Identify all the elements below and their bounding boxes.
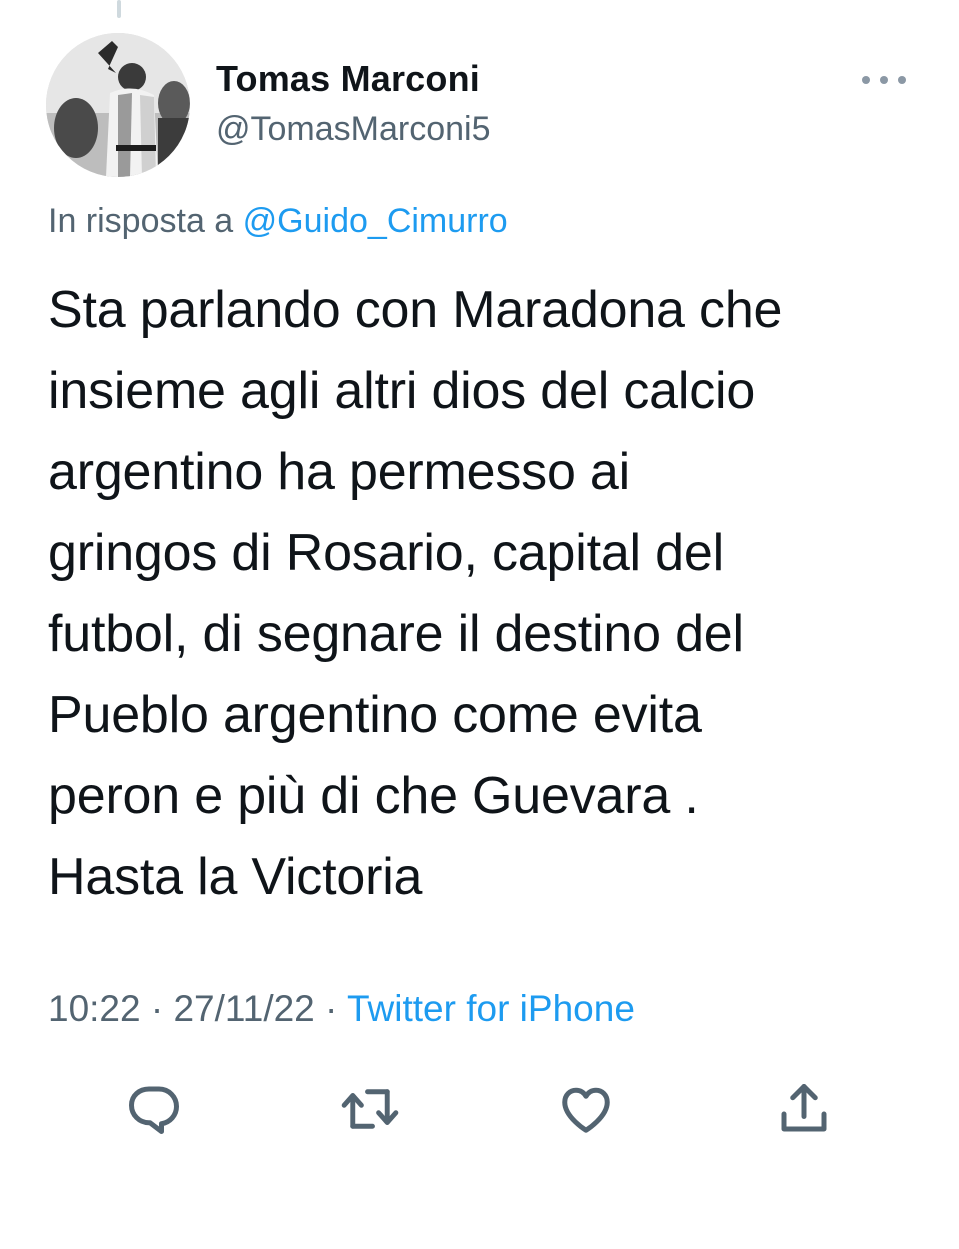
avatar[interactable] [46, 33, 190, 177]
tweet-time[interactable]: 10:22 [48, 988, 141, 1029]
share-icon [781, 1084, 827, 1132]
tweet-text: Sta parlando con Maradona che insieme ag… [48, 281, 783, 906]
meta-separator: · [314, 988, 347, 1029]
avatar-photo [46, 33, 190, 177]
thread-connector-line [117, 0, 121, 18]
tweet-date[interactable]: 27/11/22 [173, 988, 314, 1029]
reply-button[interactable] [122, 1077, 186, 1141]
tweet-source-link[interactable]: Twitter for iPhone [347, 988, 635, 1029]
share-button[interactable] [772, 1077, 836, 1141]
reply-mention-link[interactable]: @Guido_Cimurro [243, 202, 508, 240]
reply-context: In risposta a @Guido_Cimurro [48, 202, 508, 241]
retweet-button[interactable] [338, 1077, 402, 1141]
heart-icon [562, 1087, 610, 1133]
author-name[interactable]: Tomas Marconi [216, 58, 480, 100]
retweet-icon [341, 1089, 399, 1129]
tweet-actions [0, 1077, 959, 1141]
reply-icon [129, 1086, 179, 1134]
more-horizontal-icon [862, 76, 906, 84]
tweet-meta: 10:22 · 27/11/22 · Twitter for iPhone [48, 988, 635, 1030]
meta-separator: · [140, 988, 174, 1029]
reply-prefix: In risposta a [48, 202, 234, 240]
author-handle[interactable]: @TomasMarconi5 [216, 110, 491, 149]
like-button[interactable] [554, 1077, 618, 1141]
more-options-button[interactable] [858, 66, 910, 94]
